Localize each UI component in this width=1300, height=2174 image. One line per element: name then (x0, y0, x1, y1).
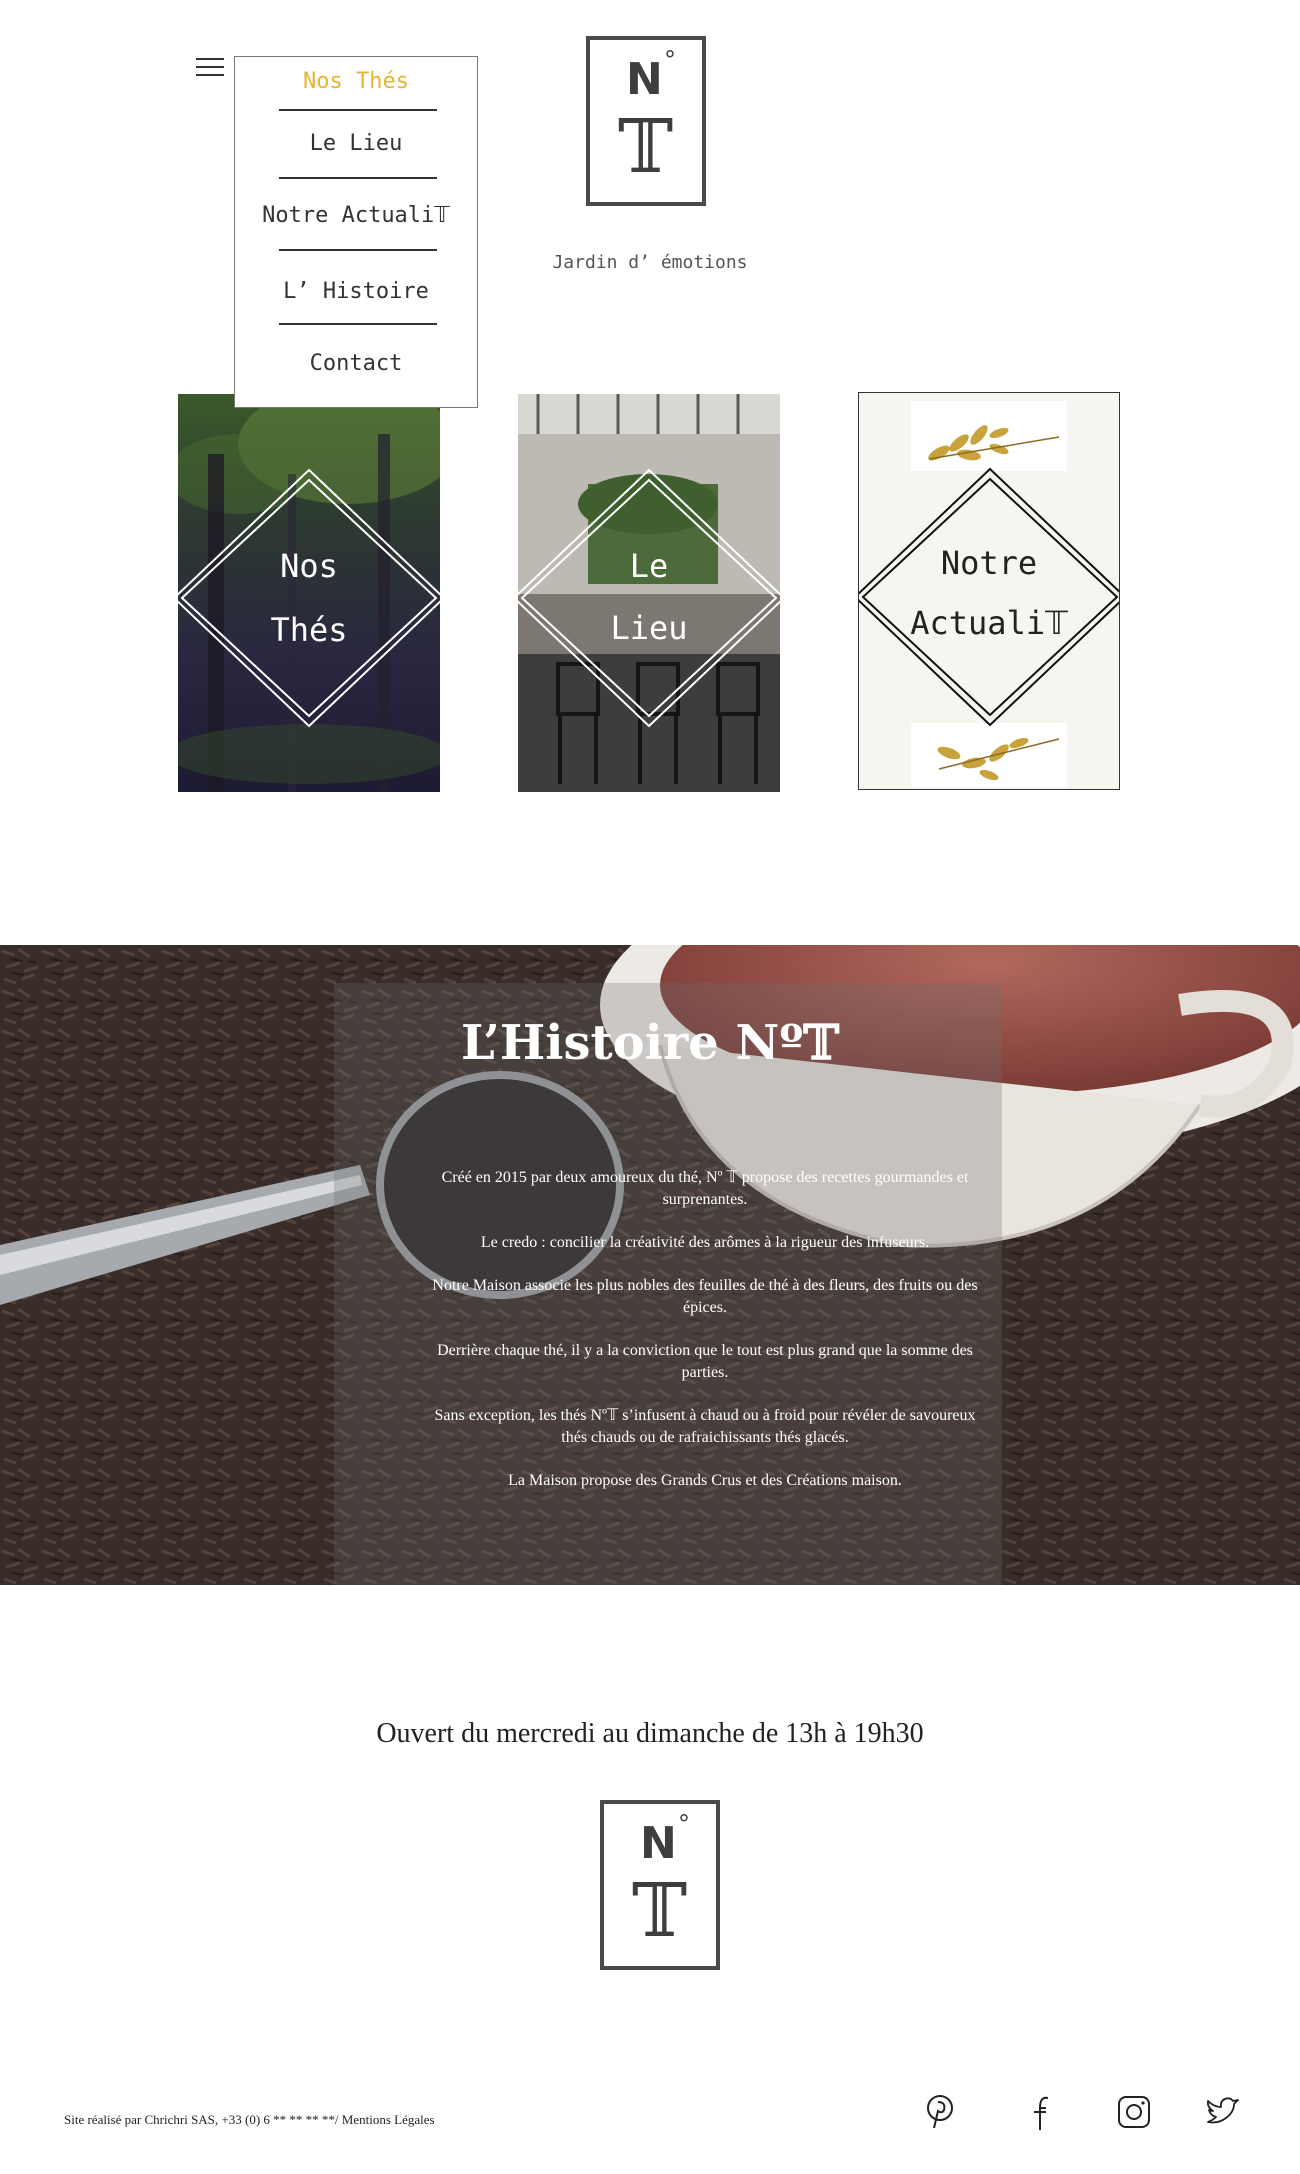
logo-degree: ° (678, 1810, 690, 1838)
logo-letter-t: 𝕋 (618, 104, 674, 190)
hamburger-menu-icon[interactable] (196, 56, 224, 78)
pinterest-icon[interactable] (922, 2092, 958, 2132)
nav-item-histoire[interactable]: L’ Histoire (235, 279, 477, 304)
histoire-paragraph: Notre Maison associe les plus nobles des… (432, 1277, 978, 1316)
opening-hours: Ouvert du mercredi au dimanche de 13h à … (376, 1718, 924, 1749)
card-label-line: Le (629, 547, 669, 585)
logo-letter-n: N (640, 1818, 677, 1869)
instagram-icon[interactable] (1116, 2092, 1152, 2132)
histoire-paragraph: Le credo : concilier la créativité des a… (480, 1234, 930, 1251)
twitter-icon[interactable] (1204, 2092, 1240, 2132)
histoire-paragraph: Derrière chaque thé, il y a la convictio… (437, 1342, 973, 1381)
card-nos-thes[interactable]: Nos Thés (178, 394, 440, 792)
nav-menu: Nos Thés Le Lieu Notre Actuali𝕋 L’ Histo… (234, 56, 478, 408)
nav-divider (279, 323, 437, 325)
histoire-paragraph: Créé en 2015 par deux amoureux du thé, N… (441, 1169, 969, 1208)
logo-letter-t: 𝕋 (632, 1868, 688, 1954)
footer-credit-text: Site réalisé par Chrichri SAS, +33 (0) 6… (64, 2112, 342, 2127)
nav-divider (279, 177, 437, 179)
histoire-paragraph: Sans exception, les thés Nº𝕋 s’infusent … (434, 1407, 976, 1446)
site-logo[interactable]: N ° 𝕋 (586, 36, 706, 206)
card-le-lieu[interactable]: Le Lieu (518, 394, 780, 792)
card-notre-actualite[interactable]: Notre Actuali𝕋 (858, 392, 1120, 790)
footer-logo: N ° 𝕋 (600, 1800, 720, 1970)
histoire-section: L’Histoire Nº𝕋 Créé en 2015 par deux amo… (0, 945, 1300, 1585)
nav-item-contact[interactable]: Contact (235, 351, 477, 376)
logo-degree: ° (664, 46, 676, 74)
site-tagline: Jardin d’ émotions (552, 252, 748, 273)
card-label-line: Actuali𝕋 (910, 604, 1068, 642)
footer-credit: Site réalisé par Chrichri SAS, +33 (0) 6… (64, 2112, 435, 2128)
histoire-title: L’Histoire Nº𝕋 (460, 1015, 840, 1071)
card-label-line: Lieu (610, 609, 688, 647)
card-label-line: Notre (940, 544, 1038, 582)
nav-item-notre-actualite[interactable]: Notre Actuali𝕋 (235, 203, 477, 228)
legal-notice-link[interactable]: Mentions Légales (342, 2112, 435, 2127)
card-label-line: Thés (270, 611, 348, 649)
nav-item-le-lieu[interactable]: Le Lieu (235, 131, 477, 156)
nav-item-nos-thes[interactable]: Nos Thés (235, 69, 477, 94)
facebook-icon[interactable] (1020, 2092, 1056, 2132)
histoire-paragraph: La Maison propose des Grands Crus et des… (508, 1472, 902, 1489)
nav-divider (279, 249, 437, 251)
logo-letter-n: N (626, 54, 663, 105)
histoire-text: Créé en 2015 par deux amoureux du thé, N… (420, 1167, 990, 1513)
card-label-line: Nos (280, 547, 338, 585)
nav-divider (279, 109, 437, 111)
